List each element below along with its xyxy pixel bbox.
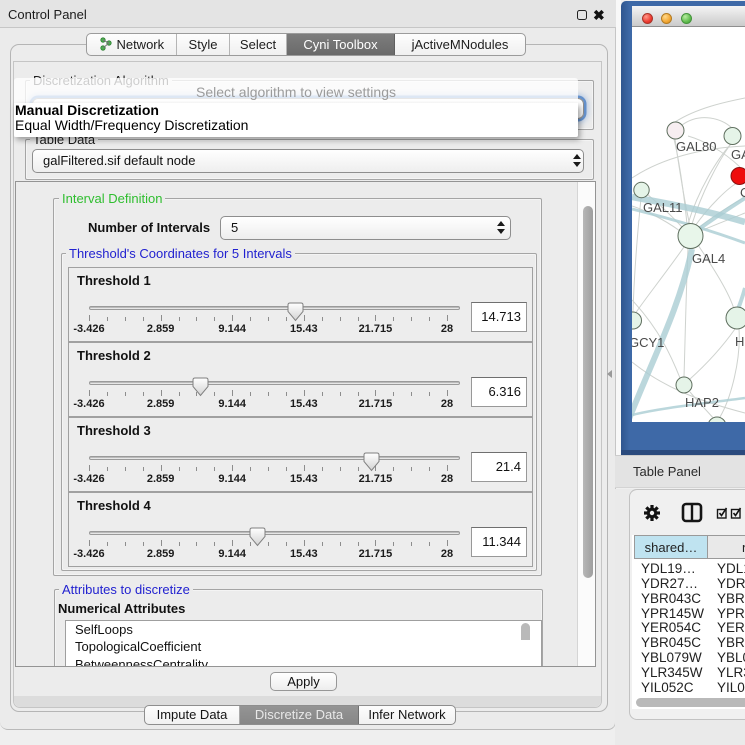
- svg-text:HAP2: HAP2: [685, 395, 719, 410]
- svg-text:GAL80: GAL80: [676, 139, 716, 154]
- svg-text:GA: GA: [731, 147, 745, 162]
- svg-text:C: C: [740, 185, 745, 200]
- svg-text:GAL4: GAL4: [692, 251, 725, 266]
- svg-text:GCY1: GCY1: [632, 335, 664, 350]
- svg-text:H: H: [735, 334, 744, 349]
- svg-text:GAL11: GAL11: [643, 200, 683, 215]
